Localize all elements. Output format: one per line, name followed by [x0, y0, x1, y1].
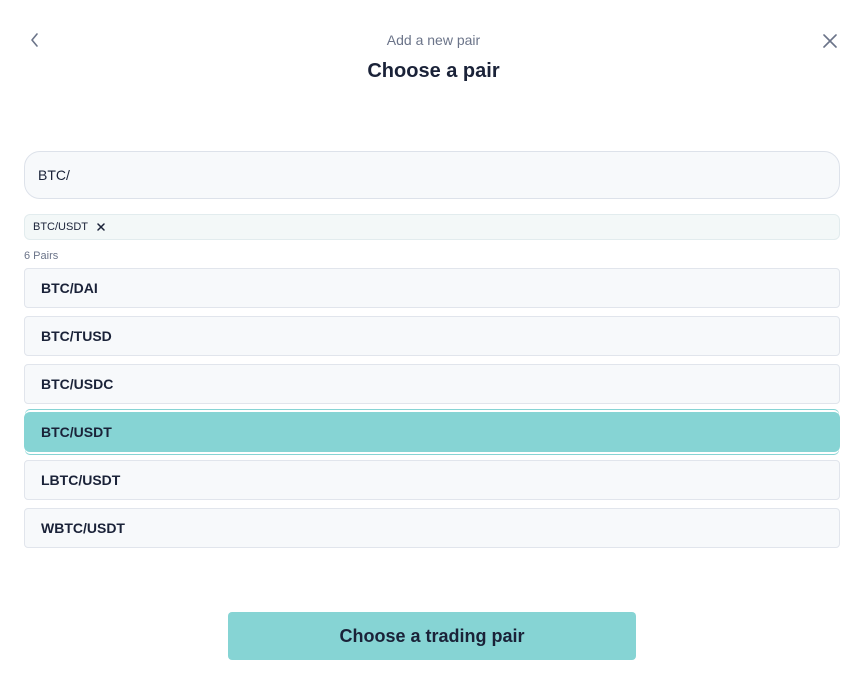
choose-trading-pair-button[interactable]: Choose a trading pair — [228, 612, 636, 660]
pair-item[interactable]: BTC/DAI — [24, 268, 840, 308]
pair-item[interactable]: WBTC/USDT — [24, 508, 840, 548]
chip-remove-button[interactable] — [94, 220, 108, 234]
pair-item[interactable]: BTC/TUSD — [24, 316, 840, 356]
pair-item-label: BTC/TUSD — [41, 328, 112, 344]
pair-item-label: BTC/USDT — [41, 424, 112, 440]
close-icon — [823, 34, 837, 48]
add-pair-dialog: Add a new pair Choose a pair BTC/USDT 6 … — [0, 0, 867, 688]
selected-pairs-bar: BTC/USDT — [24, 214, 840, 240]
pairs-count: 6 Pairs — [24, 250, 59, 262]
pair-item-label: WBTC/USDT — [41, 520, 125, 536]
pair-item[interactable]: LBTC/USDT — [24, 460, 840, 500]
pair-item-label: BTC/USDC — [41, 376, 114, 392]
selected-pair-chip: BTC/USDT — [33, 220, 108, 234]
pair-item-label: BTC/DAI — [41, 280, 98, 296]
pair-item-label: LBTC/USDT — [41, 472, 121, 488]
pair-search-input[interactable] — [24, 151, 840, 199]
close-icon — [97, 223, 105, 231]
pair-item-selected[interactable]: BTC/USDT — [24, 412, 840, 452]
chip-label: BTC/USDT — [33, 221, 88, 233]
dialog-subtitle: Add a new pair — [386, 32, 481, 48]
dialog-title: Choose a pair — [367, 60, 500, 82]
pairs-list: BTC/DAI BTC/TUSD BTC/USDC BTC/USDT LBTC/… — [24, 268, 840, 556]
close-button[interactable] — [819, 30, 841, 52]
pair-item[interactable]: BTC/USDC — [24, 364, 840, 404]
